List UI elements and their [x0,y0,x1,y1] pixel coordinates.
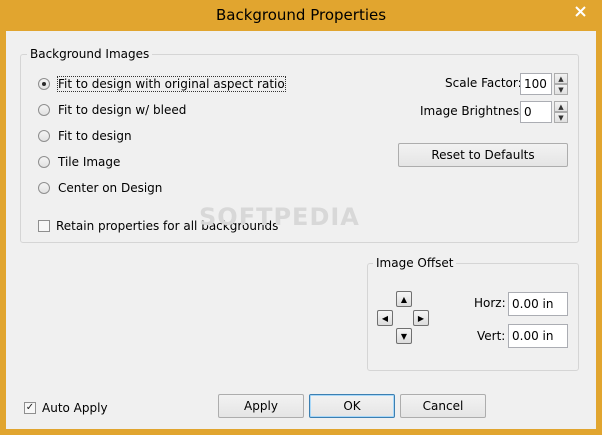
image-brightness-label: Image Brightness: [420,104,530,118]
image-offset-legend: Image Offset [373,256,457,270]
close-icon [574,5,586,17]
close-button[interactable] [564,0,596,22]
offset-down-button[interactable]: ▼ [396,328,412,344]
offset-right-button[interactable]: ▶ [413,310,429,326]
image-offset-group: Image Offset [367,256,579,371]
spin-up-icon[interactable]: ▲ [554,101,568,112]
horz-offset-input[interactable]: 0.00 in [508,292,568,316]
background-images-legend: Background Images [27,47,153,61]
auto-apply-checkbox[interactable]: ✓ [24,402,36,414]
radio-fit-bleed[interactable]: Fit to design w/ bleed [38,101,186,119]
radio-tile-image-label: Tile Image [58,155,121,169]
spin-down-icon[interactable]: ▼ [554,84,568,95]
watermark: SOFTPEDIA [199,203,360,231]
vert-offset-input[interactable]: 0.00 in [508,324,568,348]
radio-button[interactable] [38,130,50,142]
radio-button-checked[interactable] [38,78,50,90]
spin-down-icon[interactable]: ▼ [554,112,568,123]
checkmark-icon: ✓ [25,402,35,413]
arrow-down-icon: ▼ [400,331,408,341]
apply-button[interactable]: Apply [218,394,304,418]
radio-center-design[interactable]: Center on Design [38,179,162,197]
radio-fit-design[interactable]: Fit to design [38,127,132,145]
dialog-client-area: Background Images Fit to design with ori… [6,31,596,429]
retain-properties-checkbox[interactable] [38,220,50,232]
spin-up-icon[interactable]: ▲ [554,73,568,84]
radio-fit-aspect-label: Fit to design with original aspect ratio [57,76,286,92]
auto-apply-label: Auto Apply [42,401,108,415]
title-bar[interactable]: Background Properties [0,0,602,31]
offset-up-button[interactable]: ▲ [396,291,412,307]
ok-button[interactable]: OK [309,394,395,418]
image-brightness-input[interactable]: 0 [520,101,552,123]
vert-label: Vert: [477,329,506,343]
radio-fit-aspect[interactable]: Fit to design with original aspect ratio [38,75,286,93]
radio-fit-bleed-label: Fit to design w/ bleed [58,103,187,117]
arrow-up-icon: ▲ [400,294,408,304]
cancel-button[interactable]: Cancel [400,394,486,418]
scale-factor-input[interactable]: 100 [520,73,552,95]
scale-factor-spinner[interactable]: ▲ ▼ [554,73,568,95]
radio-center-design-label: Center on Design [58,181,163,195]
radio-button[interactable] [38,182,50,194]
auto-apply-checkbox-row[interactable]: ✓ Auto Apply [24,399,108,417]
radio-fit-design-label: Fit to design [58,129,132,143]
dialog-window: Background Properties Background Images … [0,0,602,435]
radio-tile-image[interactable]: Tile Image [38,153,120,171]
reset-to-defaults-button[interactable]: Reset to Defaults [398,143,568,167]
scale-factor-label: Scale Factor: [445,76,522,90]
arrow-left-icon: ◀ [381,313,389,323]
radio-button[interactable] [38,104,50,116]
offset-left-button[interactable]: ◀ [377,310,393,326]
image-brightness-spinner[interactable]: ▲ ▼ [554,101,568,123]
radio-button[interactable] [38,156,50,168]
horz-label: Horz: [474,296,506,310]
arrow-right-icon: ▶ [417,313,425,323]
window-title: Background Properties [215,6,387,24]
